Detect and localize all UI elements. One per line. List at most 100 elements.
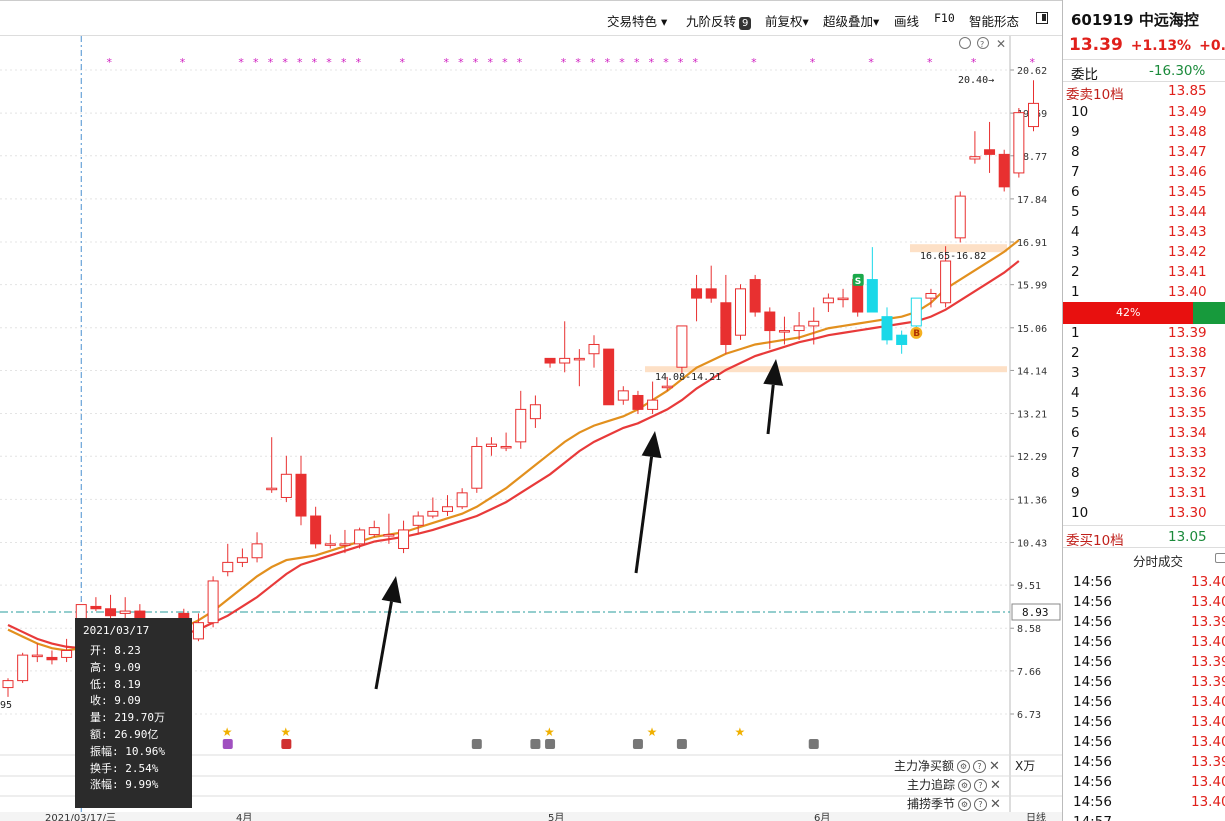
tooltip-amount: 额: 26.90亿	[90, 727, 159, 741]
buy-level-price: 13.37	[1168, 365, 1207, 381]
sell-level-row[interactable]: 2 13.41	[1063, 262, 1225, 282]
pattern-button[interactable]: 智能形态	[969, 11, 1019, 30]
divider	[1063, 547, 1225, 548]
sell-level-row[interactable]: 8 13.47	[1063, 142, 1225, 162]
tick-time: 14:56	[1073, 594, 1112, 610]
overlay-menu[interactable]: 超级叠加▾	[823, 11, 879, 30]
indicator-tracking[interactable]: 主力追踪 ⚙? ✕	[907, 776, 1001, 793]
sell-level-row[interactable]: 9 13.48	[1063, 122, 1225, 142]
tick-row: 14:56 13.40	[1063, 712, 1225, 732]
indicator-net-buy[interactable]: 主力净买额 ⚙? ✕	[894, 757, 1000, 774]
divider	[1063, 525, 1225, 526]
settings-icon[interactable]: ⚙	[958, 798, 972, 811]
nine-reversal-menu[interactable]: 九阶反转 9	[686, 11, 752, 30]
buy-level-number: 10	[1071, 505, 1089, 521]
buy-level-price: 13.36	[1168, 385, 1207, 401]
chart-toolbar: 交易特色 ▾ 九阶反转 9 前复权▾ 超级叠加▾ 画线 F10 智能形态	[0, 0, 1062, 36]
panel-toggle-icon[interactable]	[1036, 12, 1048, 24]
signal-star-icon: *	[575, 56, 581, 69]
close-icon[interactable]: ✕	[989, 759, 1000, 774]
buy-level-row[interactable]: 4 13.36	[1063, 383, 1225, 403]
tooltip-amplitude: 振幅: 10.96%	[90, 744, 165, 758]
signal-star-icon: *	[502, 56, 508, 69]
min-price-label: 95	[0, 700, 12, 711]
close-icon[interactable]: ✕	[990, 778, 1001, 793]
tick-time: 14:56	[1073, 774, 1112, 790]
candle-body	[280, 473, 292, 498]
trade-features-menu[interactable]: 交易特色 ▾	[607, 11, 667, 30]
signal-star-icon: *	[312, 56, 318, 69]
buy-level-row[interactable]: 9 13.31	[1063, 483, 1225, 503]
buy-level-row[interactable]: 5 13.35	[1063, 403, 1225, 423]
sell-level-row[interactable]: 3 13.42	[1063, 242, 1225, 262]
signal-star-icon: *	[619, 56, 625, 69]
draw-line-button[interactable]: 画线	[894, 11, 919, 30]
x-axis-label: 2021/03/17/三	[45, 813, 116, 821]
annotation-arrow-3-shaft	[766, 384, 775, 435]
sell-level-price: 13.44	[1168, 204, 1207, 220]
help-icon[interactable]: ?	[974, 779, 988, 792]
tick-time: 14:56	[1073, 674, 1112, 690]
buy-summary-value: 13.05	[1168, 529, 1207, 545]
buy-level-row[interactable]: 3 13.37	[1063, 363, 1225, 383]
sell-level-row[interactable]: 1 13.40	[1063, 282, 1225, 302]
y-tick-label: 6.73	[1017, 710, 1041, 721]
buy-level-row[interactable]: 6 13.34	[1063, 423, 1225, 443]
buy-level-row[interactable]: 1 13.39	[1063, 323, 1225, 343]
candle-body	[105, 608, 117, 617]
y-tick-label: 14.14	[1017, 366, 1047, 377]
tick-row: 14:56 13.40	[1063, 632, 1225, 652]
candle-body	[676, 325, 688, 368]
zone-label-lower: 14.08-14.21	[655, 372, 721, 383]
tooltip-open: 开: 8.23	[90, 644, 141, 657]
signal-star-icon: *	[473, 56, 479, 69]
sell-level-row[interactable]: 6 13.45	[1063, 182, 1225, 202]
candle-body	[808, 320, 820, 327]
annotation-arrow-3-head	[763, 359, 784, 386]
indicator-season-label: 捕捞季节	[907, 797, 956, 811]
settings-icon[interactable]: ⚙	[958, 779, 972, 792]
settings-icon[interactable]: ⚙	[957, 760, 971, 773]
candle-body	[793, 325, 805, 332]
close-icon: ✕	[996, 37, 1006, 51]
signal-star-icon: *	[517, 56, 523, 69]
pre-adjust-menu[interactable]: 前复权▾	[765, 11, 809, 30]
buy-level-price: 13.35	[1168, 405, 1207, 421]
stock-header: 601919 中远海控	[1071, 9, 1199, 30]
signal-star-icon: *	[590, 56, 596, 69]
tick-time: 14:56	[1073, 574, 1112, 590]
candle-body	[940, 260, 952, 304]
candle-body	[559, 357, 571, 364]
ticks-title[interactable]: 分时成交	[1133, 551, 1183, 570]
buy-level-number: 7	[1071, 445, 1080, 461]
candle-body	[647, 399, 659, 410]
tooltip-high: 高: 9.09	[90, 660, 141, 674]
buy-level-row[interactable]: 2 13.38	[1063, 343, 1225, 363]
tooltip-volume: 量: 219.70万	[90, 711, 165, 725]
sell-level-row[interactable]: 4 13.43	[1063, 222, 1225, 242]
f10-button[interactable]: F10	[934, 11, 955, 25]
tick-time: 14:56	[1073, 734, 1112, 750]
buy-level-row[interactable]: 7 13.33	[1063, 443, 1225, 463]
tick-row: 14:56 13.40	[1063, 732, 1225, 752]
buy-level-number: 4	[1071, 385, 1080, 401]
lock-icon[interactable]	[1215, 553, 1225, 563]
tick-row: 14:56 13.40	[1063, 792, 1225, 812]
help-icon[interactable]: ?	[973, 760, 987, 773]
signal-star-icon: *	[751, 56, 757, 69]
x-axis-label: 日线	[1026, 811, 1046, 821]
buy-level-row[interactable]: 8 13.32	[1063, 463, 1225, 483]
candle-body	[837, 297, 849, 301]
tick-price: 13.39	[1191, 614, 1225, 630]
sell-level-row[interactable]: 10 13.49	[1063, 102, 1225, 122]
sell-level-row[interactable]: 7 13.46	[1063, 162, 1225, 182]
nine-badge: 9	[739, 17, 752, 30]
event-badge-icon	[545, 739, 556, 749]
help-icon[interactable]: ?	[974, 798, 988, 811]
sell-level-row[interactable]: 5 13.44	[1063, 202, 1225, 222]
y-tick-label: 12.29	[1017, 452, 1047, 463]
indicator-season[interactable]: 捕捞季节 ⚙? ✕	[907, 795, 1001, 812]
buy-level-row[interactable]: 10 13.30	[1063, 503, 1225, 523]
close-icon[interactable]: ✕	[990, 797, 1001, 812]
tick-price: 13.39	[1191, 654, 1225, 670]
